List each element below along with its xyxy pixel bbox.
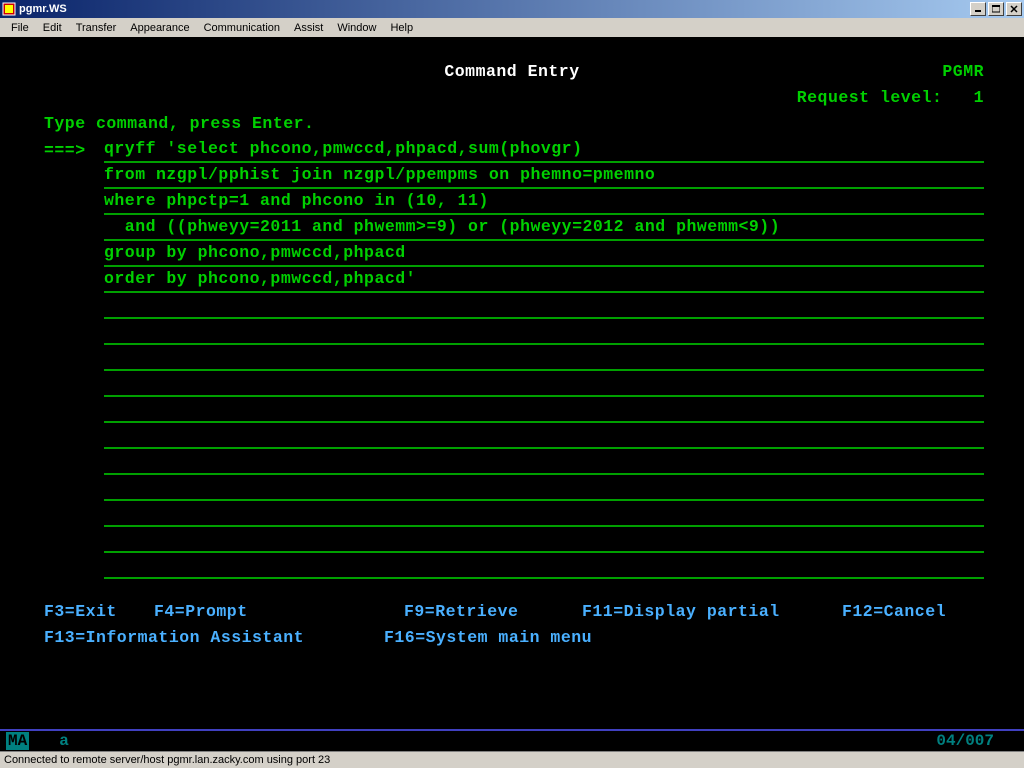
menu-help[interactable]: Help xyxy=(383,20,420,36)
command-line-text[interactable] xyxy=(104,317,984,319)
command-line-text[interactable] xyxy=(104,343,984,345)
fkey-f11[interactable]: F11=Display partial xyxy=(582,599,822,625)
minimize-button[interactable] xyxy=(970,2,986,16)
command-line[interactable] xyxy=(8,527,1016,553)
request-level-label: Request level: xyxy=(797,88,943,107)
oia-status-line: MA a 04/007 xyxy=(0,729,1024,751)
command-line[interactable]: ===>qryff 'select phcono,pmwccd,phpacd,s… xyxy=(8,137,1016,163)
command-entry-area[interactable]: ===>qryff 'select phcono,pmwccd,phpacd,s… xyxy=(8,137,1016,579)
command-line[interactable] xyxy=(8,423,1016,449)
command-line-text[interactable] xyxy=(104,551,984,553)
command-line-text[interactable] xyxy=(104,369,984,371)
command-line[interactable] xyxy=(8,345,1016,371)
maximize-button[interactable] xyxy=(988,2,1004,16)
menu-transfer[interactable]: Transfer xyxy=(69,20,124,36)
request-level-row: Request level: 1 xyxy=(8,85,1016,111)
command-line[interactable] xyxy=(8,319,1016,345)
command-line[interactable] xyxy=(8,553,1016,579)
command-line-text[interactable]: order by phcono,pmwccd,phpacd' xyxy=(104,266,984,293)
command-line[interactable]: order by phcono,pmwccd,phpacd' xyxy=(8,267,1016,293)
command-line-text[interactable] xyxy=(104,577,984,579)
screen-title: Command Entry xyxy=(8,59,1016,84)
close-button[interactable] xyxy=(1006,2,1022,16)
status-mode: a xyxy=(59,732,69,750)
menu-bar: File Edit Transfer Appearance Communicat… xyxy=(0,18,1024,37)
command-line-text[interactable]: where phpctp=1 and phcono in (10, 11) xyxy=(104,188,984,215)
command-line[interactable] xyxy=(8,501,1016,527)
user-id: PGMR xyxy=(942,59,984,84)
command-line-text[interactable] xyxy=(104,499,984,501)
connection-status-bar: Connected to remote server/host pgmr.lan… xyxy=(0,751,1024,768)
fkey-f12[interactable]: F12=Cancel xyxy=(842,599,946,625)
command-line[interactable] xyxy=(8,371,1016,397)
connection-text: Connected to remote server/host pgmr.lan… xyxy=(4,754,330,766)
fkey-f9[interactable]: F9=Retrieve xyxy=(404,599,562,625)
command-line-text[interactable] xyxy=(104,525,984,527)
menu-file[interactable]: File xyxy=(4,20,36,36)
command-line[interactable]: and ((phweyy=2011 and phwemm>=9) or (phw… xyxy=(8,215,1016,241)
menu-appearance[interactable]: Appearance xyxy=(123,20,196,36)
terminal-screen[interactable]: Command Entry PGMR Request level: 1 Type… xyxy=(0,37,1024,675)
command-line[interactable]: where phpctp=1 and phcono in (10, 11) xyxy=(8,189,1016,215)
function-keys: F3=Exit F4=Prompt F9=Retrieve F11=Displa… xyxy=(8,599,1016,651)
title-bar: pgmr.WS xyxy=(0,0,1024,18)
menu-edit[interactable]: Edit xyxy=(36,20,69,36)
fkey-f3[interactable]: F3=Exit xyxy=(44,599,134,625)
command-line-text[interactable] xyxy=(104,421,984,423)
command-line[interactable] xyxy=(8,475,1016,501)
command-line-text[interactable]: qryff 'select phcono,pmwccd,phpacd,sum(p… xyxy=(104,136,984,163)
emulator-window: pgmr.WS File Edit Transfer Appearance Co… xyxy=(0,0,1024,768)
menu-communication[interactable]: Communication xyxy=(197,20,287,36)
command-line-text[interactable] xyxy=(104,473,984,475)
command-line[interactable] xyxy=(8,397,1016,423)
menu-assist[interactable]: Assist xyxy=(287,20,330,36)
window-controls xyxy=(970,2,1022,16)
command-line[interactable]: group by phcono,pmwccd,phpacd xyxy=(8,241,1016,267)
command-line-text[interactable]: group by phcono,pmwccd,phpacd xyxy=(104,240,984,267)
app-icon xyxy=(2,2,16,16)
window-title: pgmr.WS xyxy=(19,3,970,15)
prompt-instruction: Type command, press Enter. xyxy=(8,111,1016,137)
command-line-text[interactable]: and ((phweyy=2011 and phwemm>=9) or (phw… xyxy=(104,214,984,241)
request-level-value: 1 xyxy=(974,88,984,107)
command-line-text[interactable] xyxy=(104,395,984,397)
command-line[interactable] xyxy=(8,449,1016,475)
command-prompt-prefix: ===> xyxy=(44,138,104,163)
fkey-f13[interactable]: F13=Information Assistant xyxy=(44,625,384,651)
cursor-position: 04/007 xyxy=(936,732,994,750)
fkey-f16[interactable]: F16=System main menu xyxy=(384,625,592,651)
fkey-f4[interactable]: F4=Prompt xyxy=(154,599,384,625)
status-indicator: MA xyxy=(6,732,29,750)
command-line-text[interactable]: from nzgpl/pphist join nzgpl/ppempms on … xyxy=(104,162,984,189)
terminal-bottom-gap xyxy=(0,675,1024,729)
command-line-text[interactable] xyxy=(104,447,984,449)
command-line[interactable] xyxy=(8,293,1016,319)
command-line[interactable]: from nzgpl/pphist join nzgpl/ppempms on … xyxy=(8,163,1016,189)
menu-window[interactable]: Window xyxy=(330,20,383,36)
